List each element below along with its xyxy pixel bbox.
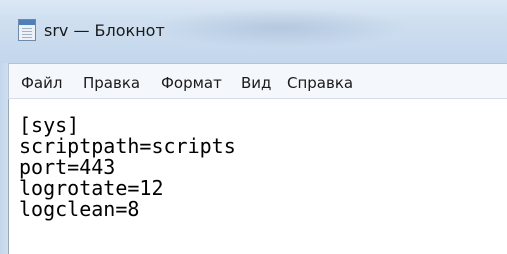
menu-format[interactable]: Формат: [161, 74, 222, 92]
editor-line: logclean=8: [19, 197, 140, 221]
editor-line: logrotate=12: [19, 176, 164, 200]
editor-line: [sys]: [19, 113, 80, 137]
menu-edit[interactable]: Правка: [83, 74, 140, 92]
window-title: srv — Блокнот: [44, 21, 165, 40]
editor-line: scriptpath=scripts: [19, 134, 236, 158]
title-bar[interactable]: srv — Блокнот: [0, 0, 507, 63]
menu-view[interactable]: Вид: [241, 74, 271, 92]
window-frame-left: [0, 63, 8, 254]
editor-line: port=443: [19, 155, 116, 179]
notepad-icon[interactable]: [18, 19, 36, 41]
notepad-window: srv — Блокнот Файл Правка Формат Вид Спр…: [0, 0, 507, 254]
text-editor[interactable]: [sys] scriptpath=scripts port=443 logrot…: [8, 99, 507, 254]
menu-help[interactable]: Справка: [287, 74, 353, 92]
menu-bar: Файл Правка Формат Вид Справка: [8, 63, 507, 99]
menu-file[interactable]: Файл: [21, 74, 62, 92]
